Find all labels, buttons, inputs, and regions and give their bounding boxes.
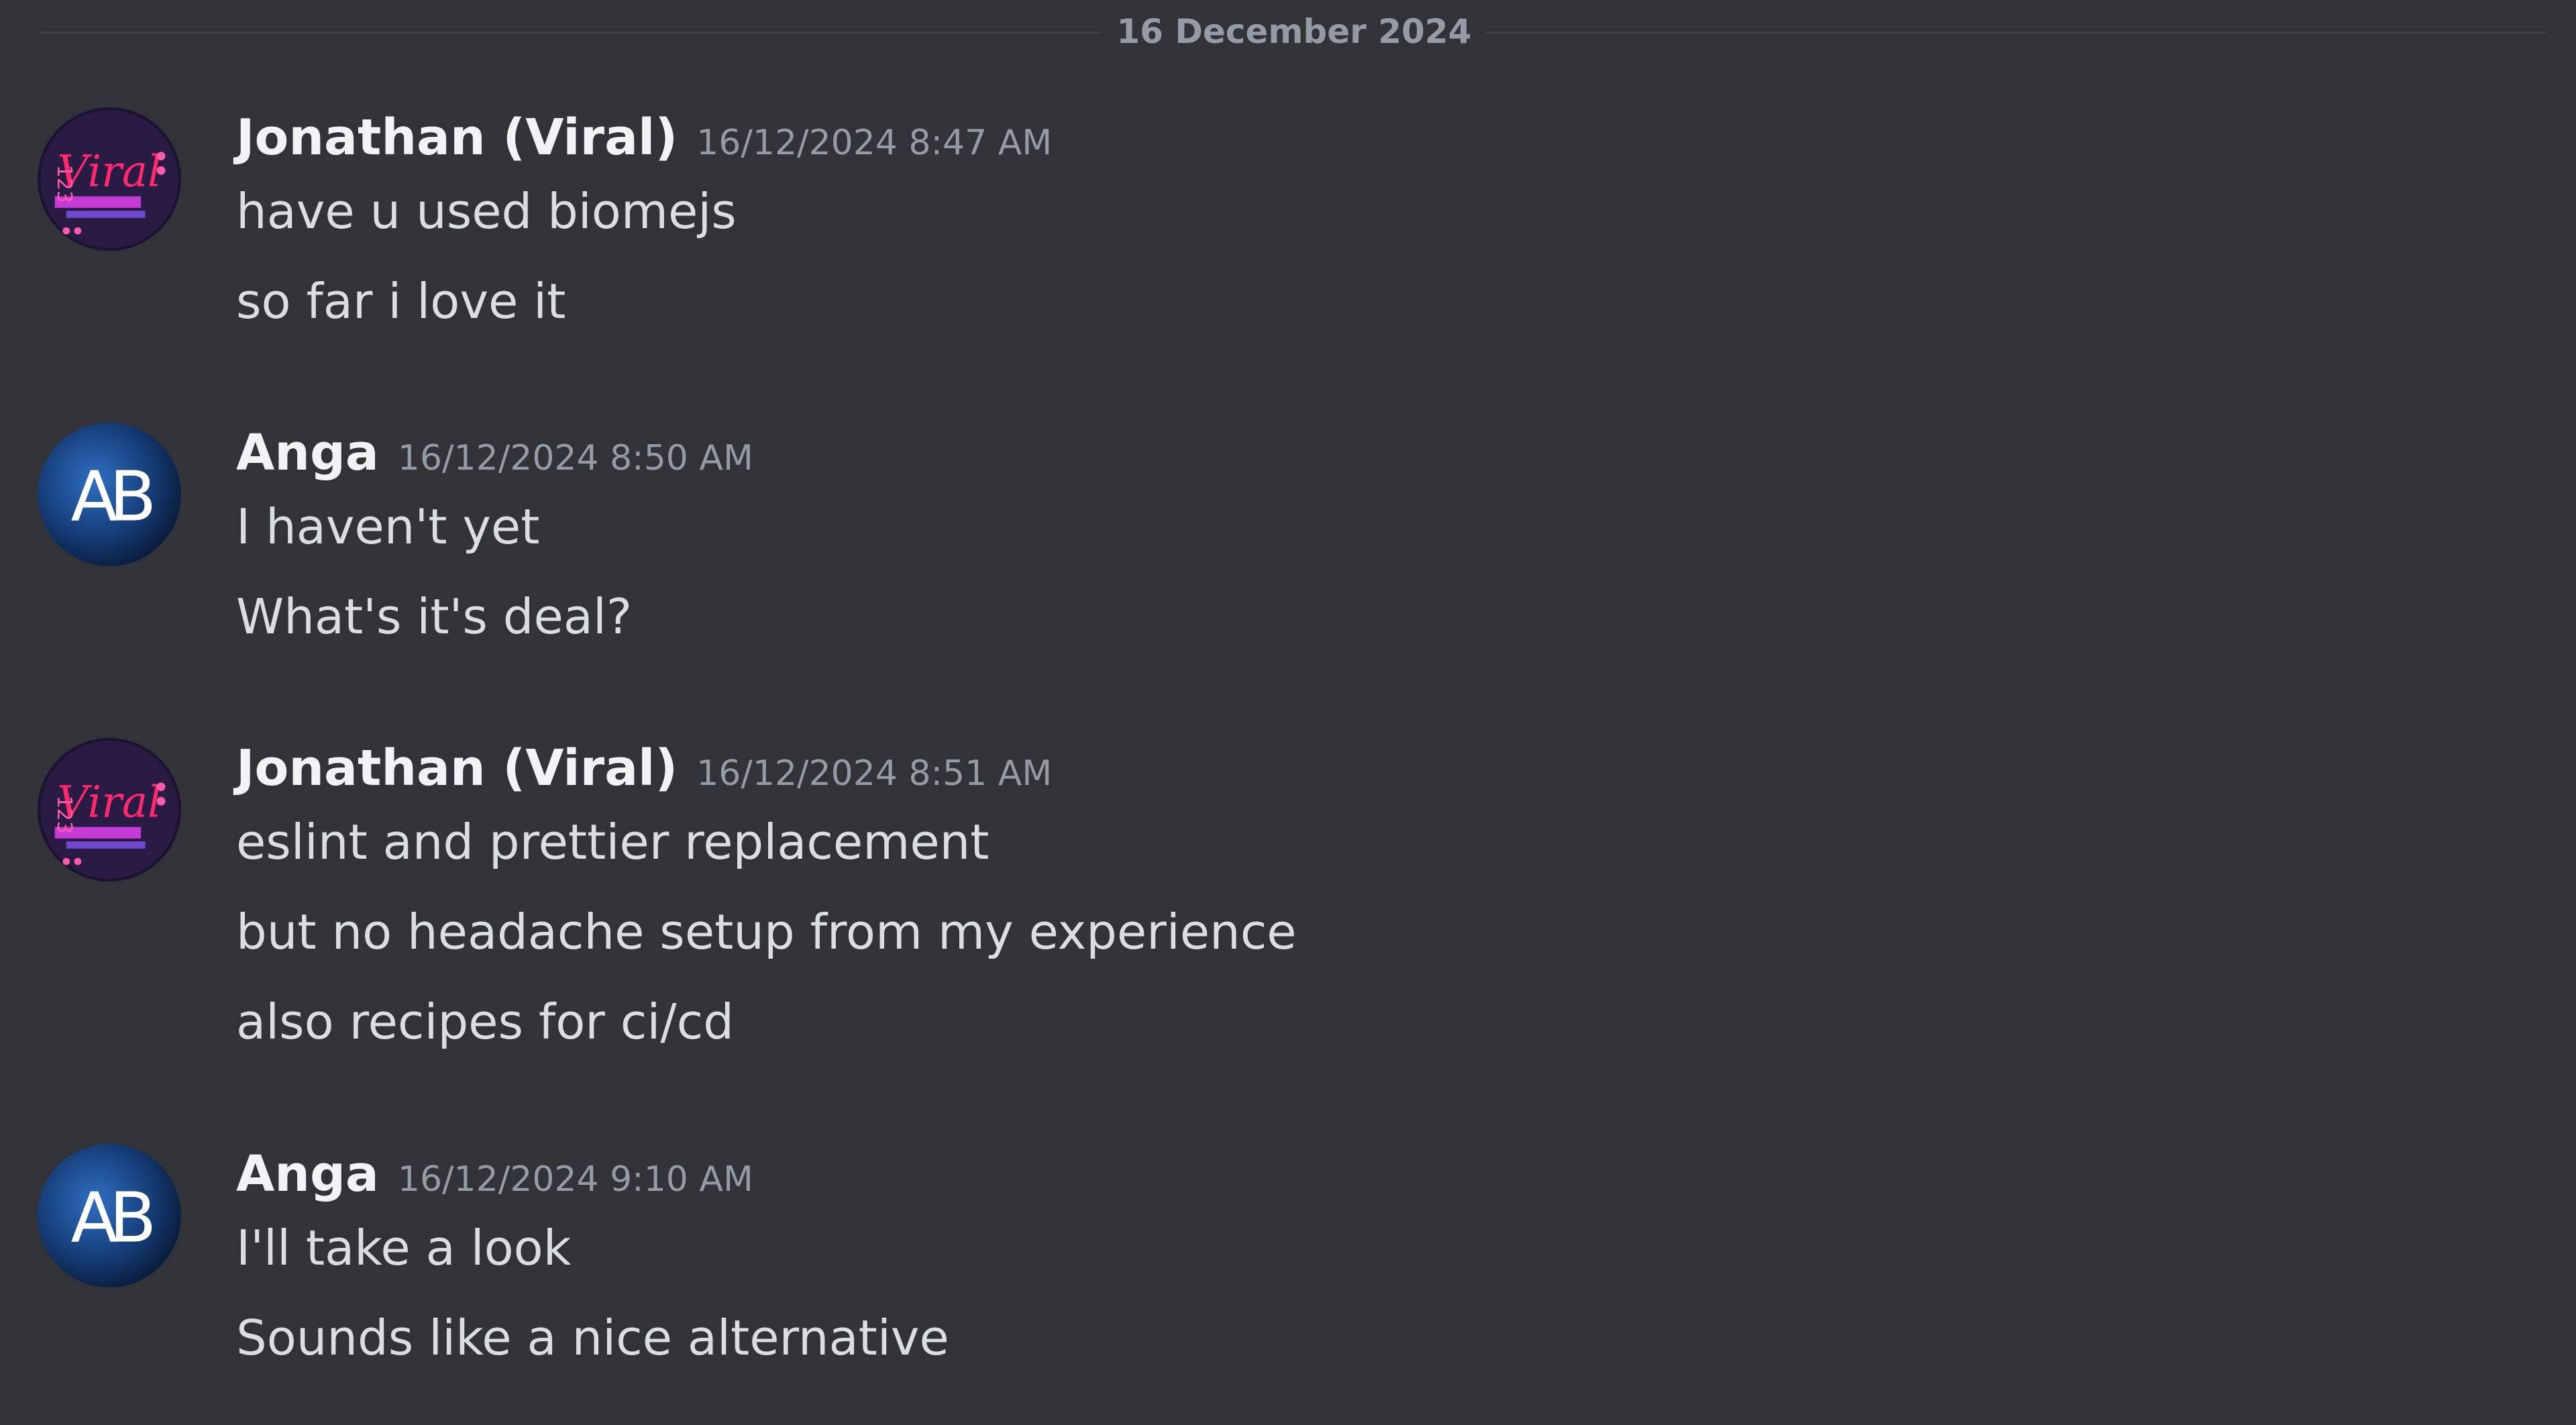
message-body: I'll take a look Sounds like a nice alte… <box>236 1218 949 1397</box>
message-line: also recipes for ci/cd <box>236 994 734 1050</box>
message-line: Sounds like a nice alternative <box>236 1310 949 1366</box>
message-timestamp[interactable]: 16/12/2024 8:50 AM <box>398 438 753 478</box>
username[interactable]: Jonathan (Viral) <box>236 109 678 166</box>
message-line: eslint and prettier replacement <box>236 814 989 870</box>
message-line: I'll take a look <box>236 1220 572 1276</box>
message-body: have u used biomejs so far i love it <box>236 181 737 361</box>
message-line: have u used biomejs <box>236 183 737 240</box>
divider-line-right <box>1486 32 2546 34</box>
username[interactable]: Jonathan (Viral) <box>236 739 678 797</box>
date-divider: 16 December 2024 <box>40 13 2546 50</box>
svg-text:AB: AB <box>70 1179 152 1259</box>
message-line: I haven't yet <box>236 498 540 555</box>
username[interactable]: Anga <box>236 1145 379 1203</box>
divider-line-left <box>40 32 1101 34</box>
message-body: eslint and prettier replacement but no h… <box>236 812 1297 1081</box>
viral-logo-avatar-icon[interactable]: Viral 123 <box>38 738 181 882</box>
message-header: Anga 16/12/2024 9:10 AM <box>236 1144 753 1204</box>
ab-monogram-avatar-icon[interactable]: AB <box>38 423 181 566</box>
ab-monogram-avatar-icon[interactable]: AB <box>38 1144 181 1287</box>
message-line: but no headache setup from my experience <box>236 904 1297 960</box>
svg-text:AB: AB <box>70 458 152 537</box>
message-timestamp[interactable]: 16/12/2024 8:51 AM <box>696 753 1052 794</box>
chat-message-list: 16 December 2024 Viral 123 Jonathan (Vir… <box>0 0 2576 1425</box>
message-timestamp[interactable]: 16/12/2024 8:47 AM <box>696 123 1052 163</box>
date-divider-label: 16 December 2024 <box>1116 12 1472 51</box>
message-body: I haven't yet What's it's deal? <box>236 496 632 676</box>
message-line: What's it's deal? <box>236 588 633 645</box>
viral-logo-avatar-icon[interactable]: Viral 123 <box>38 107 181 251</box>
message-header: Anga 16/12/2024 8:50 AM <box>236 423 753 483</box>
message-header: Jonathan (Viral) 16/12/2024 8:51 AM <box>236 738 1052 798</box>
svg-text:123: 123 <box>52 796 76 834</box>
message-timestamp[interactable]: 16/12/2024 9:10 AM <box>398 1159 753 1200</box>
username[interactable]: Anga <box>236 424 379 482</box>
message-line: so far i love it <box>236 273 566 329</box>
message-header: Jonathan (Viral) 16/12/2024 8:47 AM <box>236 107 1052 168</box>
svg-text:123: 123 <box>52 165 76 203</box>
